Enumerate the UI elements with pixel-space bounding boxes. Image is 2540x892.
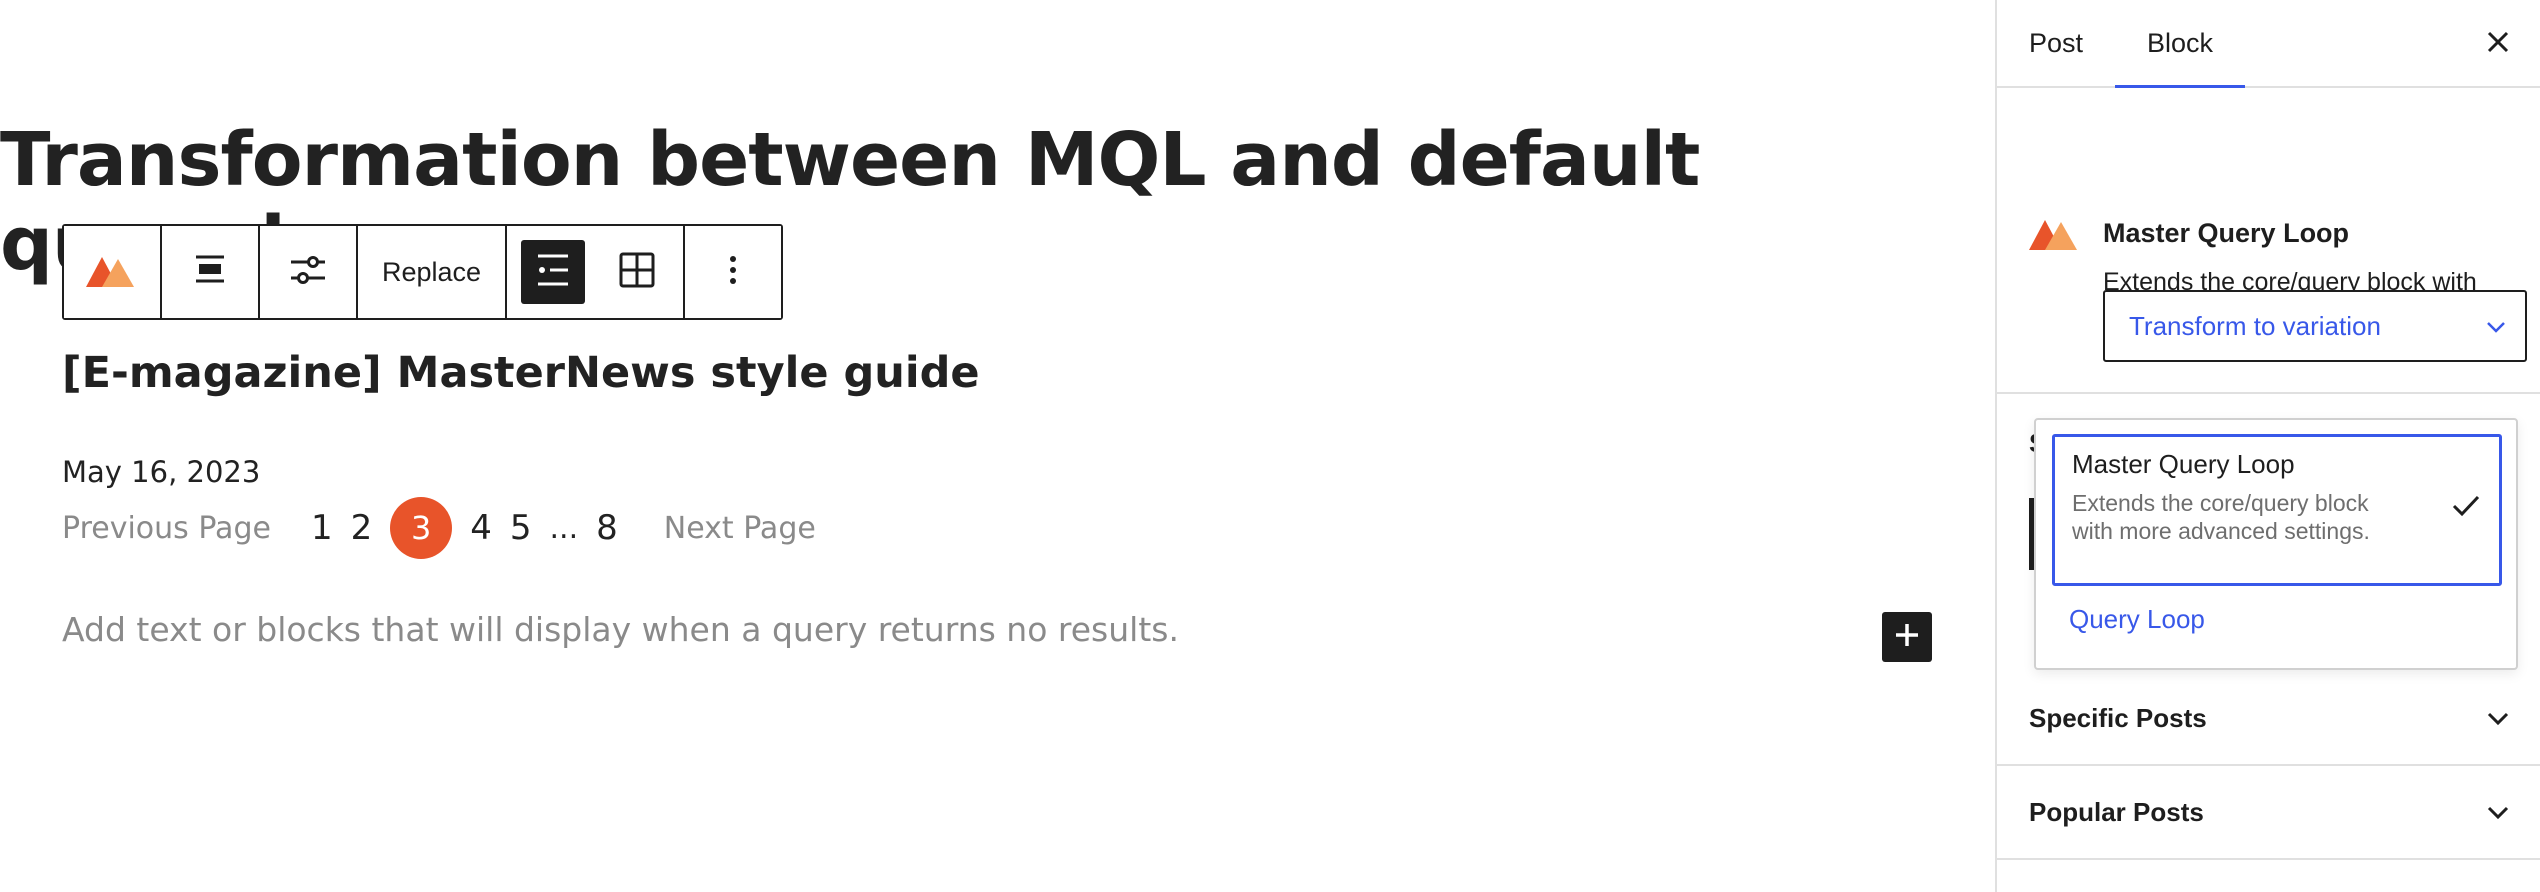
align-button[interactable]: [162, 226, 260, 318]
sidebar-tabs: Post Block: [1997, 0, 2540, 88]
list-view-icon: [534, 251, 572, 293]
grid-view-toggle[interactable]: [605, 240, 669, 304]
query-pagination: Previous Page 1 2 3 4 5 ... 8 Next Page: [62, 497, 816, 559]
page-number-link[interactable]: 8: [596, 508, 618, 548]
block-inserter-button[interactable]: [1882, 612, 1932, 662]
page-number-link[interactable]: 1: [311, 508, 333, 548]
panel-popular-posts[interactable]: Popular Posts: [1997, 766, 2540, 860]
variation-option-title: Master Query Loop: [2072, 449, 2295, 479]
align-justify-icon: [193, 253, 227, 291]
variation-option-description: Extends the core/query block with more a…: [2072, 490, 2370, 544]
replace-button[interactable]: Replace: [358, 226, 508, 318]
master-query-loop-icon: [86, 253, 138, 291]
chevron-down-icon: [2484, 798, 2512, 833]
master-query-loop-icon: [2029, 216, 2079, 255]
previous-page-link[interactable]: Previous Page: [62, 511, 271, 546]
tab-post[interactable]: Post: [2029, 0, 2083, 86]
tab-block[interactable]: Block: [2115, 0, 2246, 88]
page-ellipsis: ...: [549, 510, 579, 546]
page-number-link[interactable]: 4: [470, 508, 492, 548]
transform-to-variation-dropdown[interactable]: Transform to variation: [2103, 290, 2527, 362]
close-icon: [2487, 31, 2509, 58]
panel-title: Popular Posts: [2029, 796, 2204, 827]
page-numbers: 1 2 3 4 5 ... 8: [311, 497, 618, 559]
panel-specific-posts[interactable]: Specific Posts: [1997, 672, 2540, 766]
current-page-number: 3: [390, 497, 453, 559]
grid-view-icon: [618, 251, 656, 293]
transform-dropdown-label: Transform to variation: [2129, 310, 2381, 341]
block-toolbar: Replace: [62, 224, 784, 320]
post-link-title[interactable]: [E-magazine] MasterNews style guide: [62, 348, 980, 398]
block-card-title: Master Query Loop: [2103, 218, 2350, 248]
chevron-down-icon: [2484, 704, 2512, 739]
variation-option-master-query-loop[interactable]: Master Query Loop Extends the core/query…: [2052, 434, 2502, 586]
chevron-down-icon: [2483, 314, 2509, 347]
plus-icon: [1894, 622, 1920, 652]
post-date: May 16, 2023: [62, 455, 261, 489]
editor-canvas: Transformation between MQL and default q…: [0, 0, 1995, 892]
no-results-placeholder[interactable]: Add text or blocks that will display whe…: [62, 610, 1179, 649]
list-view-toggle[interactable]: [521, 240, 586, 304]
more-vertical-icon: [729, 255, 737, 289]
close-sidebar-button[interactable]: [2478, 24, 2518, 64]
block-type-button[interactable]: [64, 226, 162, 318]
sliders-icon: [289, 253, 327, 291]
display-settings-button[interactable]: [260, 226, 358, 318]
page-number-link[interactable]: 2: [351, 508, 373, 548]
view-toggle-group: [507, 226, 686, 318]
checkmark-icon: [2451, 493, 2481, 524]
variation-popover: Master Query Loop Extends the core/query…: [2034, 418, 2518, 670]
next-page-link[interactable]: Next Page: [664, 511, 816, 546]
variation-option-query-loop[interactable]: Query Loop: [2069, 604, 2205, 635]
panel-title: Specific Posts: [2029, 702, 2207, 733]
block-options-button[interactable]: [685, 226, 782, 318]
page-number-link[interactable]: 5: [510, 508, 532, 548]
